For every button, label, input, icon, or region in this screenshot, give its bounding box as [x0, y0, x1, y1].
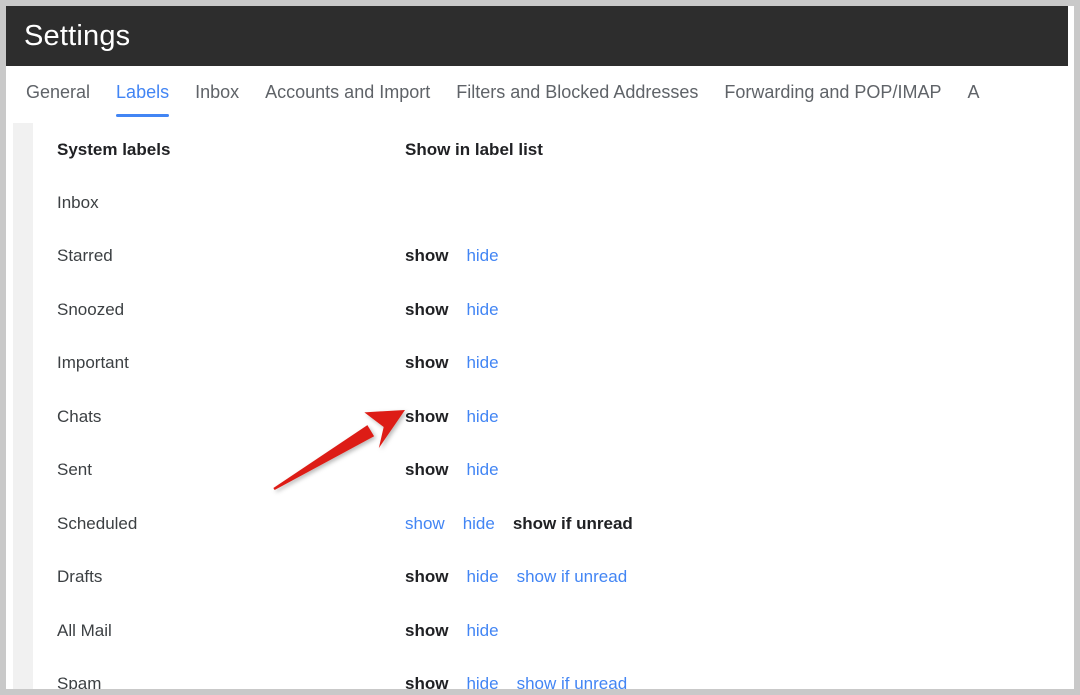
label-visibility-actions: show hide	[405, 460, 499, 480]
action-hide[interactable]: hide	[466, 246, 498, 266]
window-titlebar: Settings	[6, 6, 1068, 66]
table-row: Spam show hide show if unread	[33, 658, 1074, 689]
action-show: show	[405, 460, 449, 480]
tab-a[interactable]: A	[967, 66, 979, 117]
table-row: Snoozed show hide	[33, 283, 1074, 337]
system-labels-column-header: System labels	[57, 139, 171, 159]
table-row: Scheduled show hide show if unread	[33, 497, 1074, 551]
table-row: All Mail show hide	[33, 604, 1074, 658]
label-name: Starred	[57, 246, 113, 266]
table-row: Chats show hide	[33, 390, 1074, 444]
action-hide[interactable]: hide	[466, 567, 498, 587]
settings-window: Settings General Labels Inbox Accounts and …	[0, 0, 1080, 695]
tab-forwarding-and-pop-imap[interactable]: Forwarding and POP/IMAP	[724, 66, 941, 117]
left-rail	[13, 123, 33, 689]
label-name: Snoozed	[57, 299, 125, 319]
tab-labels[interactable]: Labels	[116, 66, 170, 117]
tab-filters-and-blocked-addresses[interactable]: Filters and Blocked Addresses	[456, 66, 698, 117]
table-row: Starred show hide	[33, 230, 1074, 284]
action-show-if-unread[interactable]: show if unread	[517, 674, 628, 689]
table-row: Inbox	[33, 176, 1074, 230]
labels-settings-panel: System labels Show in label list Inbox St…	[33, 123, 1074, 689]
action-show-if-unread[interactable]: show if unread	[517, 567, 628, 587]
label-visibility-actions: show hide show if unread	[405, 674, 627, 689]
action-hide[interactable]: hide	[466, 407, 498, 427]
action-show: show	[405, 246, 449, 266]
label-visibility-actions: show hide	[405, 407, 499, 427]
action-hide[interactable]: hide	[466, 460, 498, 480]
system-labels-list: Inbox Starred show hide Snoozed show hide Impor…	[33, 176, 1074, 689]
table-row: Important show hide	[33, 337, 1074, 391]
action-show[interactable]: show	[405, 514, 445, 534]
label-name: Important	[57, 353, 129, 373]
action-show: show	[405, 567, 449, 587]
label-visibility-actions: show hide	[405, 353, 499, 373]
label-visibility-actions: show hide	[405, 300, 499, 320]
label-visibility-actions: show hide show if unread	[405, 567, 627, 587]
tab-inbox[interactable]: Inbox	[195, 66, 239, 117]
action-hide[interactable]: hide	[466, 674, 498, 689]
table-header-row: System labels Show in label list	[33, 123, 1074, 176]
label-name: Inbox	[57, 192, 99, 212]
action-show: show	[405, 674, 449, 689]
label-name: Spam	[57, 674, 102, 689]
label-name: Chats	[57, 406, 102, 426]
settings-tabbar: General Labels Inbox Accounts and Import Fil…	[6, 66, 1074, 121]
tab-general[interactable]: General	[26, 66, 90, 117]
table-row: Drafts show hide show if unread	[33, 551, 1074, 605]
action-hide[interactable]: hide	[466, 353, 498, 373]
label-visibility-actions: show hide	[405, 621, 499, 641]
action-show: show	[405, 406, 449, 426]
action-hide[interactable]: hide	[466, 300, 498, 320]
page-title: Settings	[24, 19, 131, 52]
table-row: Sent show hide	[33, 444, 1074, 498]
show-in-label-list-column-header: Show in label list	[405, 139, 543, 159]
action-hide[interactable]: hide	[463, 514, 495, 534]
label-name: All Mail	[57, 620, 112, 640]
label-name: Sent	[57, 460, 92, 480]
action-show: show	[405, 620, 449, 640]
label-visibility-actions: show hide show if unread	[405, 514, 633, 534]
tab-accounts-and-import[interactable]: Accounts and Import	[265, 66, 430, 117]
label-name: Drafts	[57, 567, 103, 587]
action-show-if-unread: show if unread	[512, 513, 633, 533]
label-name: Scheduled	[57, 513, 138, 533]
label-visibility-actions: show hide	[405, 246, 499, 266]
action-hide[interactable]: hide	[466, 621, 498, 641]
action-show: show	[405, 299, 449, 319]
action-show: show	[405, 353, 449, 373]
